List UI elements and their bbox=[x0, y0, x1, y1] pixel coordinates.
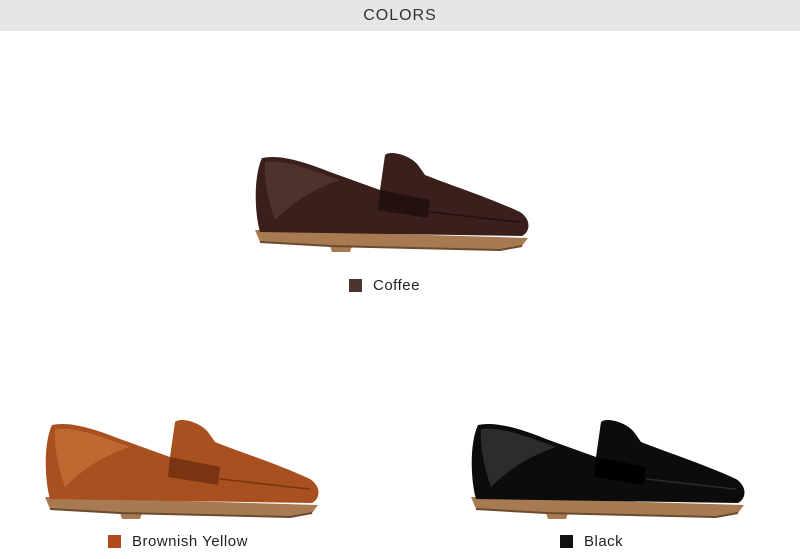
black-label: Black bbox=[584, 533, 624, 550]
brownish-yellow-loafer-image bbox=[45, 420, 319, 519]
color-option-black[interactable]: Black bbox=[560, 533, 623, 550]
coffee-label: Coffee bbox=[373, 277, 420, 294]
coffee-loafer-image bbox=[255, 153, 529, 252]
black-loafer-image bbox=[471, 420, 745, 519]
header-title: COLORS bbox=[363, 6, 437, 24]
color-option-coffee[interactable]: Coffee bbox=[349, 277, 420, 294]
colors-header: COLORS bbox=[0, 0, 800, 31]
black-swatch bbox=[560, 535, 573, 548]
brownish-yellow-swatch bbox=[108, 535, 121, 548]
color-option-brownish-yellow[interactable]: Brownish Yellow bbox=[108, 533, 248, 550]
brownish-yellow-label: Brownish Yellow bbox=[132, 533, 248, 550]
coffee-swatch bbox=[349, 279, 362, 292]
